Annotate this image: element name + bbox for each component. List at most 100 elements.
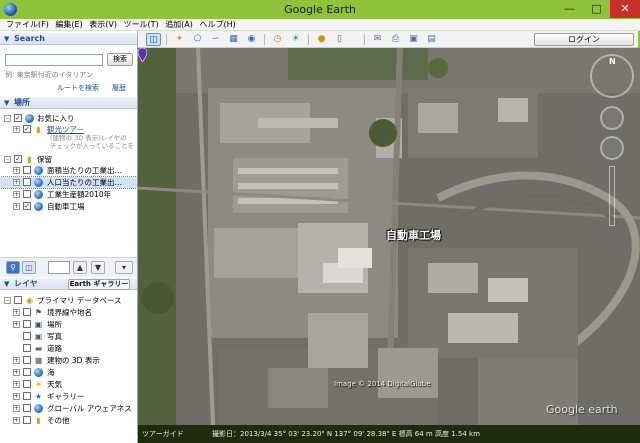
tree-item-favorites[interactable]: – ✓ お気に入り [0, 113, 137, 124]
layer-item[interactable]: + ★ ギャラリー [0, 391, 137, 402]
maximize-button[interactable]: □ [583, 0, 610, 18]
zoom-slider[interactable] [609, 166, 615, 226]
layer-item[interactable]: + グローバル アウェアネス [0, 403, 137, 414]
tree-item-place[interactable]: + 人口当たりの工業出… [0, 176, 138, 189]
search-input[interactable] [5, 54, 103, 66]
save-image-icon[interactable]: ▣ [406, 33, 421, 46]
checkbox[interactable] [23, 332, 31, 340]
close-button[interactable]: ✕ [610, 0, 640, 18]
earth-gallery-button[interactable]: Earth ギャラリー [68, 279, 130, 290]
checkbox-checked[interactable]: ✓ [23, 202, 31, 210]
move-up-icon[interactable]: ▲ [73, 261, 87, 274]
path-icon[interactable]: ∽ [208, 33, 223, 46]
tree-item-place[interactable]: + ✓ 自動車工場 [0, 201, 137, 212]
title-bar: Google Earth — □ ✕ [0, 0, 640, 19]
tree-item-label: 自動車工場 [47, 202, 85, 211]
tree-item-place[interactable]: + 面積当たりの工業出… [0, 165, 137, 176]
checkbox-checked[interactable]: ✓ [23, 125, 31, 133]
search-button[interactable]: 検索 [107, 53, 133, 66]
placemark-icon[interactable]: ✦ [172, 33, 187, 46]
checkbox[interactable] [23, 320, 31, 328]
menu-add[interactable]: 追加(A) [163, 19, 195, 31]
menu-file[interactable]: ファイル(F) [4, 19, 51, 31]
expand-toggle[interactable]: – [4, 156, 11, 163]
placemark-pin-icon[interactable] [138, 48, 147, 62]
layer-item[interactable]: + ▮ その他 [0, 415, 137, 426]
ruler-icon[interactable]: ▯ [332, 33, 347, 46]
checkbox[interactable] [23, 416, 31, 424]
checkbox[interactable] [23, 392, 31, 400]
email-icon[interactable]: ✉ [370, 33, 385, 46]
panel-icon[interactable]: ◫ [22, 261, 36, 274]
history-link[interactable]: 履歴 [112, 83, 126, 93]
expand-toggle[interactable]: – [4, 115, 11, 122]
expand-toggle[interactable]: + [13, 179, 20, 186]
expand-toggle[interactable]: + [13, 417, 20, 424]
sidebar-toggle-icon[interactable]: ◫ [146, 33, 161, 46]
expand-toggle[interactable]: + [13, 393, 20, 400]
global-awareness-icon [34, 404, 43, 413]
expand-toggle[interactable]: – [4, 297, 11, 304]
checkbox[interactable] [23, 190, 31, 198]
checkbox[interactable] [14, 296, 22, 304]
layer-item[interactable]: + ⚑ 境界線や地名 [0, 307, 137, 318]
layer-item[interactable]: + ■ 建物の 3D 表示 [0, 355, 137, 366]
layer-item[interactable]: + ☀ 天気 [0, 379, 137, 390]
search-panel-header[interactable]: ▼ Search [0, 33, 137, 45]
checkbox[interactable] [23, 166, 31, 174]
tour-guide-button[interactable]: ツアーガイド [142, 425, 184, 443]
layer-item[interactable]: + ▣ 場所 [0, 319, 137, 330]
checkbox-checked[interactable]: ✓ [14, 155, 22, 163]
checkbox[interactable] [23, 356, 31, 364]
checkbox[interactable] [23, 178, 31, 186]
checkbox[interactable] [23, 344, 31, 352]
expand-toggle[interactable]: + [13, 405, 20, 412]
checkbox[interactable] [23, 308, 31, 316]
planets-icon[interactable]: ● [314, 33, 329, 46]
view-in-maps-icon[interactable]: ▤ [424, 33, 439, 46]
layer-item[interactable]: + 海 [0, 367, 137, 378]
directions-link[interactable]: ルートを検索 [57, 83, 99, 93]
record-tour-icon[interactable]: ◉ [244, 33, 259, 46]
folder-options-icon[interactable]: ▾ [115, 261, 133, 274]
expand-toggle[interactable]: + [13, 167, 20, 174]
map-viewport[interactable]: N 自動車工場 Image © 2014 DigitalGlobe Google… [138, 48, 640, 425]
layer-item[interactable]: ▣ 写真 [0, 331, 137, 342]
print-icon[interactable]: ⎙ [388, 33, 403, 46]
look-joystick-icon[interactable] [600, 106, 624, 130]
expand-toggle[interactable]: + [13, 309, 20, 316]
expand-toggle[interactable]: + [13, 321, 20, 328]
polygon-icon[interactable]: ⬠ [190, 33, 205, 46]
tree-item-place[interactable]: + 工業生産額2010年 [0, 189, 137, 200]
layer-primary-database[interactable]: – ◉ プライマリ データベース [0, 295, 137, 306]
move-down-icon[interactable]: ▼ [91, 261, 105, 274]
minimize-button[interactable]: — [556, 0, 583, 18]
menu-help[interactable]: ヘルプ(H) [197, 19, 237, 31]
checkbox[interactable] [23, 380, 31, 388]
expand-toggle[interactable]: + [13, 369, 20, 376]
menu-edit[interactable]: 編集(E) [53, 19, 84, 31]
expand-toggle[interactable]: + [13, 381, 20, 388]
places-panel-header[interactable]: ▼ 場所 [0, 97, 137, 109]
expand-toggle[interactable]: + [13, 126, 20, 133]
login-button[interactable]: ログイン [534, 33, 634, 46]
checkbox[interactable] [23, 368, 31, 376]
checkbox-checked[interactable]: ✓ [14, 114, 22, 122]
historical-imagery-icon[interactable]: ◷ [270, 33, 285, 46]
expand-toggle[interactable]: + [13, 191, 20, 198]
tree-item-label: 面積当たりの工業出… [47, 166, 122, 175]
menu-tools[interactable]: ツール(T) [122, 19, 161, 31]
placemark-label[interactable]: 自動車工場 [386, 227, 441, 243]
opacity-slider[interactable] [48, 261, 70, 274]
image-overlay-icon[interactable]: ▦ [226, 33, 241, 46]
menu-view[interactable]: 表示(V) [87, 19, 119, 31]
search-icon[interactable]: ⚲ [6, 261, 20, 274]
layer-item[interactable]: ▬ 道路 [0, 343, 137, 354]
tree-item-saved[interactable]: – ✓ ▮ 保留 [0, 154, 137, 165]
compass-ring-icon[interactable]: N [590, 54, 634, 98]
checkbox[interactable] [23, 404, 31, 412]
sunlight-icon[interactable]: ☀ [288, 33, 303, 46]
expand-toggle[interactable]: + [13, 203, 20, 210]
expand-toggle[interactable]: + [13, 357, 20, 364]
move-joystick-icon[interactable] [600, 136, 624, 160]
